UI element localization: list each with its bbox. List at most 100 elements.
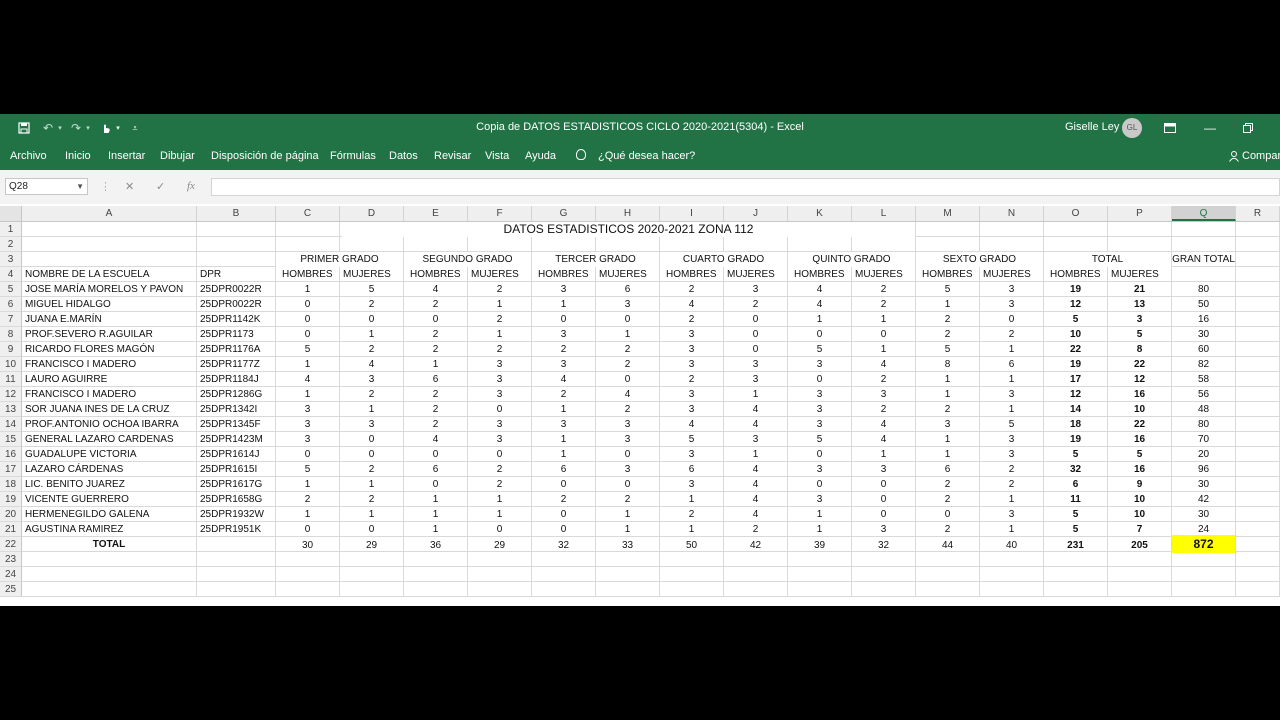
total-value-cell[interactable]: 29 <box>468 538 531 553</box>
gran-total-cell[interactable]: 50 <box>1172 297 1235 312</box>
dpr-cell[interactable]: 25DPR1423M <box>200 432 275 447</box>
hombres-header[interactable]: HOMBRES <box>794 267 851 282</box>
value-cell[interactable]: 0 <box>596 312 659 327</box>
value-cell[interactable]: 2 <box>596 357 659 372</box>
value-cell[interactable]: 16 <box>1108 432 1171 447</box>
total-value-cell[interactable]: 39 <box>788 538 851 553</box>
value-cell[interactable]: 2 <box>660 372 723 387</box>
value-cell[interactable]: 3 <box>788 492 851 507</box>
value-cell[interactable]: 2 <box>980 477 1043 492</box>
value-cell[interactable]: 3 <box>532 327 595 342</box>
dpr-cell[interactable]: 25DPR1342I <box>200 402 275 417</box>
value-cell[interactable]: 4 <box>276 372 339 387</box>
row-header-21[interactable]: 21 <box>0 522 22 537</box>
value-cell[interactable]: 3 <box>788 357 851 372</box>
dpr-cell[interactable]: 25DPR0022R <box>200 282 275 297</box>
row-header-10[interactable]: 10 <box>0 357 22 372</box>
value-cell[interactable]: 3 <box>340 417 403 432</box>
value-cell[interactable]: 3 <box>852 522 915 537</box>
value-cell[interactable]: 3 <box>596 462 659 477</box>
dpr-header[interactable]: DPR <box>200 267 275 282</box>
value-cell[interactable]: 1 <box>788 312 851 327</box>
column-header-f[interactable]: F <box>468 206 532 221</box>
value-cell[interactable]: 4 <box>724 417 787 432</box>
value-cell[interactable]: 2 <box>596 402 659 417</box>
value-cell[interactable]: 5 <box>980 417 1043 432</box>
school-name-cell[interactable]: GENERAL LAZARO CARDENAS <box>25 432 196 447</box>
gran-total-cell[interactable]: 58 <box>1172 372 1235 387</box>
value-cell[interactable]: 6 <box>1044 477 1107 492</box>
value-cell[interactable]: 3 <box>660 477 723 492</box>
grade-header[interactable]: TERCER GRADO <box>532 252 659 267</box>
grade-header[interactable]: CUARTO GRADO <box>660 252 787 267</box>
tell-me-search[interactable]: ¿Qué desea hacer? <box>598 150 695 162</box>
gran-total-cell[interactable]: 30 <box>1172 327 1235 342</box>
tab-disposicion-pagina[interactable]: Disposición de página <box>211 150 319 162</box>
value-cell[interactable]: 3 <box>468 417 531 432</box>
row-header-20[interactable]: 20 <box>0 507 22 522</box>
school-name-cell[interactable]: JUANA E.MARÍN <box>25 312 196 327</box>
value-cell[interactable]: 3 <box>1108 312 1171 327</box>
value-cell[interactable]: 2 <box>340 492 403 507</box>
value-cell[interactable]: 1 <box>468 297 531 312</box>
value-cell[interactable]: 8 <box>916 357 979 372</box>
dpr-cell[interactable]: 25DPR1286G <box>200 387 275 402</box>
value-cell[interactable]: 3 <box>724 432 787 447</box>
value-cell[interactable]: 19 <box>1044 282 1107 297</box>
gran-total-cell[interactable]: 48 <box>1172 402 1235 417</box>
column-header-j[interactable]: J <box>724 206 788 221</box>
value-cell[interactable]: 6 <box>532 462 595 477</box>
row-header-24[interactable]: 24 <box>0 567 22 582</box>
value-cell[interactable]: 0 <box>404 447 467 462</box>
value-cell[interactable]: 12 <box>1044 297 1107 312</box>
value-cell[interactable]: 5 <box>1044 312 1107 327</box>
value-cell[interactable]: 2 <box>660 507 723 522</box>
value-cell[interactable]: 1 <box>468 507 531 522</box>
tab-revisar[interactable]: Revisar <box>434 150 471 162</box>
row-header-18[interactable]: 18 <box>0 477 22 492</box>
value-cell[interactable]: 3 <box>788 387 851 402</box>
value-cell[interactable]: 0 <box>724 327 787 342</box>
gran-total-cell[interactable]: 56 <box>1172 387 1235 402</box>
value-cell[interactable]: 1 <box>724 387 787 402</box>
value-cell[interactable]: 0 <box>788 372 851 387</box>
value-cell[interactable]: 4 <box>788 297 851 312</box>
value-cell[interactable]: 2 <box>916 402 979 417</box>
value-cell[interactable]: 22 <box>1108 357 1171 372</box>
value-cell[interactable]: 0 <box>852 492 915 507</box>
row-header-3[interactable]: 3 <box>0 252 22 267</box>
value-cell[interactable]: 1 <box>468 327 531 342</box>
value-cell[interactable]: 0 <box>532 312 595 327</box>
value-cell[interactable]: 5 <box>916 282 979 297</box>
value-cell[interactable]: 3 <box>660 447 723 462</box>
value-cell[interactable]: 21 <box>1108 282 1171 297</box>
value-cell[interactable]: 3 <box>660 387 723 402</box>
value-cell[interactable]: 1 <box>340 477 403 492</box>
total-label[interactable]: TOTAL <box>22 537 196 552</box>
value-cell[interactable]: 19 <box>1044 432 1107 447</box>
value-cell[interactable]: 2 <box>724 297 787 312</box>
value-cell[interactable]: 1 <box>276 477 339 492</box>
value-cell[interactable]: 1 <box>916 297 979 312</box>
hombres-header[interactable]: HOMBRES <box>538 267 595 282</box>
dpr-cell[interactable]: 25DPR1142K <box>200 312 275 327</box>
value-cell[interactable]: 3 <box>788 402 851 417</box>
value-cell[interactable]: 0 <box>788 447 851 462</box>
value-cell[interactable]: 2 <box>468 462 531 477</box>
enter-icon[interactable]: ✓ <box>156 180 165 193</box>
dpr-cell[interactable]: 25DPR1173 <box>200 327 275 342</box>
row-header-4[interactable]: 4 <box>0 267 22 282</box>
value-cell[interactable]: 0 <box>276 447 339 462</box>
value-cell[interactable]: 4 <box>724 402 787 417</box>
school-name-cell[interactable]: PROF.ANTONIO OCHOA IBARRA <box>25 417 196 432</box>
value-cell[interactable]: 5 <box>276 462 339 477</box>
total-value-cell[interactable]: 40 <box>980 538 1043 553</box>
gran-total-cell[interactable]: 80 <box>1172 282 1235 297</box>
value-cell[interactable]: 10 <box>1108 507 1171 522</box>
user-avatar[interactable]: GL <box>1122 118 1142 138</box>
column-header-r[interactable]: R <box>1236 206 1280 221</box>
value-cell[interactable]: 0 <box>340 432 403 447</box>
total-value-cell[interactable]: 32 <box>852 538 915 553</box>
total-value-cell[interactable]: 33 <box>596 538 659 553</box>
value-cell[interactable]: 2 <box>404 387 467 402</box>
